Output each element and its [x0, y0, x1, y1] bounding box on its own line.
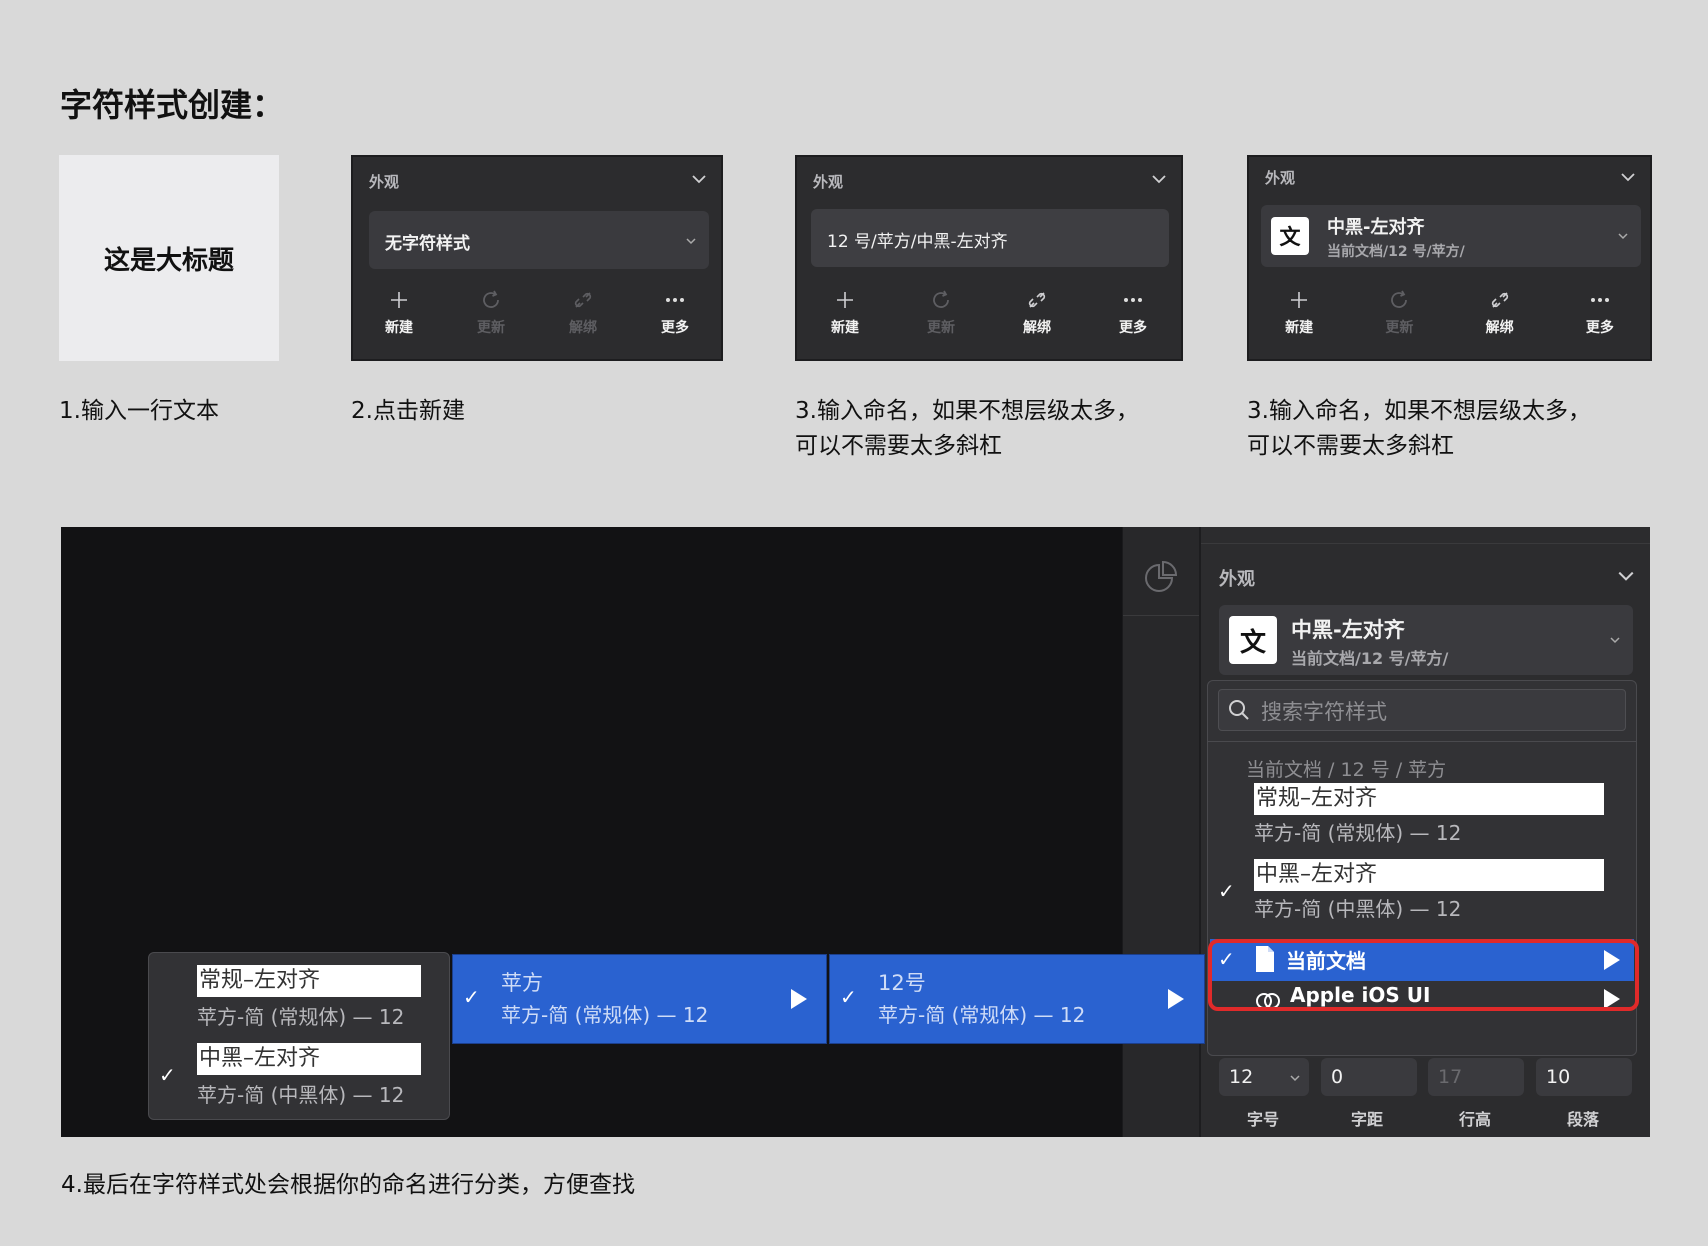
line-height-label: 行高 — [1459, 1110, 1492, 1129]
group-title: 当前文档 / 12 号 / 苹方 — [1246, 759, 1447, 781]
submenu-arrow-icon — [791, 989, 807, 1009]
step4-caption: 4.最后在字符样式处会根据你的命名进行分类，方便查找 — [61, 1172, 635, 1198]
unlink-icon — [1028, 292, 1046, 308]
appearance-header: 外观 — [1265, 169, 1296, 187]
style-menu-screenshot: 外观 文 中黑-左对齐 当前文档/12 号/苹方/ 搜索字符样式 当前文档 / … — [61, 527, 1650, 1137]
new-button[interactable]: 新建 — [359, 287, 439, 337]
style-name: 中黑-左对齐 — [1291, 618, 1405, 642]
font-size-field[interactable]: 12 — [1219, 1058, 1309, 1096]
line-height-field[interactable]: 17 — [1428, 1058, 1524, 1096]
checkmark-icon: ✓ — [463, 985, 480, 1009]
plus-icon — [391, 292, 407, 308]
collapse-chevron-icon[interactable] — [691, 171, 707, 187]
step3b-caption-line2: 可以不需要太多斜杠 — [1247, 433, 1454, 459]
pie-chart-icon[interactable] — [1143, 559, 1179, 595]
letter-spacing-label: 字距 — [1351, 1110, 1384, 1129]
checkmark-icon: ✓ — [840, 985, 857, 1009]
chevron-down-icon — [686, 238, 696, 245]
char-style-select[interactable]: 无字符样式 — [369, 211, 709, 269]
pingfang-submenu-item[interactable]: ✓ 苹方 苹方-简 (常规体) — 12 — [452, 954, 827, 1044]
collapse-chevron-icon[interactable] — [1620, 169, 1636, 185]
more-icon — [1124, 298, 1142, 302]
font-size-label: 字号 — [1247, 1110, 1280, 1129]
style-path: 当前文档/12 号/苹方/ — [1291, 649, 1449, 668]
more-button[interactable]: 更多 — [1560, 287, 1640, 337]
unlink-icon — [1491, 292, 1508, 308]
more-icon — [666, 298, 684, 302]
plus-icon — [1291, 292, 1308, 308]
chevron-down-icon — [1618, 233, 1628, 240]
paragraph-spacing-field[interactable]: 10 — [1536, 1058, 1632, 1096]
more-icon — [1590, 298, 1609, 302]
style-toolbar: 新建 更新 解绑 更多 — [353, 287, 721, 337]
detach-button[interactable]: 解绑 — [543, 287, 623, 337]
new-button[interactable]: 新建 — [1259, 287, 1339, 337]
refresh-icon — [933, 290, 949, 308]
search-placeholder: 搜索字符样式 — [1261, 700, 1387, 724]
style-toolbar: 新建 更新 解绑 更多 — [797, 287, 1181, 337]
letter-spacing-field[interactable]: 0 — [1321, 1058, 1417, 1096]
sample-text-card: 这是大标题 — [59, 155, 279, 361]
appearance-header: 外观 — [1219, 569, 1255, 590]
step3b-caption-line1: 3.输入命名，如果不想层级太多， — [1247, 398, 1591, 424]
menu-item[interactable]: 常规–左对齐 苹方-简 (常规体) — 12 — [1208, 781, 1636, 847]
char-style-value: 无字符样式 — [385, 234, 470, 254]
char-style-select[interactable]: 文 中黑-左对齐 当前文档/12 号/苹方/ — [1261, 205, 1641, 267]
page-title: 字符样式创建： — [60, 86, 285, 124]
style-path: 当前文档/12 号/苹方/ — [1327, 244, 1465, 260]
menu-item[interactable]: 常规–左对齐 苹方-简 (常规体) — 12 — [149, 961, 449, 1031]
highlight-box — [1208, 939, 1639, 1011]
step1-caption: 1.输入一行文本 — [59, 398, 219, 424]
appearance-header: 外观 — [369, 173, 400, 191]
plus-icon — [837, 292, 853, 308]
update-button[interactable]: 更新 — [451, 287, 531, 337]
detach-button[interactable]: 解绑 — [1460, 287, 1540, 337]
style-name: 中黑-左对齐 — [1327, 217, 1425, 238]
step3a-caption-line2: 可以不需要太多斜杠 — [795, 433, 1002, 459]
style-name-input[interactable]: 12 号/苹方/中黑-左对齐 — [811, 209, 1169, 267]
refresh-icon — [483, 290, 499, 308]
appearance-panel-step2: 外观 无字符样式 新建 更新 解绑 更多 — [351, 155, 723, 361]
style-submenu: 常规–左对齐 苹方-简 (常规体) — 12 ✓ 中黑–左对齐 苹方-简 (中黑… — [148, 952, 450, 1120]
paragraph-label: 段落 — [1567, 1110, 1600, 1129]
checkmark-icon: ✓ — [1218, 879, 1235, 903]
step3a-caption-line1: 3.输入命名，如果不想层级太多， — [795, 398, 1139, 424]
search-field[interactable]: 搜索字符样式 — [1218, 689, 1626, 731]
chevron-down-icon — [1610, 637, 1620, 644]
style-name-value: 12 号/苹方/中黑-左对齐 — [827, 232, 1008, 252]
step2-caption: 2.点击新建 — [351, 398, 465, 424]
collapse-chevron-icon[interactable] — [1617, 567, 1635, 585]
more-button[interactable]: 更多 — [635, 287, 715, 337]
more-button[interactable]: 更多 — [1093, 287, 1173, 337]
refresh-icon — [1391, 290, 1408, 308]
search-icon — [1229, 700, 1249, 720]
appearance-panel-step3a: 外观 12 号/苹方/中黑-左对齐 新建 更新 解绑 更多 — [795, 155, 1183, 361]
menu-item[interactable]: ✓ 中黑–左对齐 苹方-简 (中黑体) — 12 — [149, 1039, 449, 1109]
submenu-arrow-icon — [1168, 989, 1184, 1009]
appearance-header: 外观 — [813, 173, 844, 191]
size-12-submenu-item[interactable]: ✓ 12号 苹方-简 (常规体) — 12 — [829, 954, 1205, 1044]
detach-button[interactable]: 解绑 — [997, 287, 1077, 337]
char-style-select[interactable]: 文 中黑-左对齐 当前文档/12 号/苹方/ — [1219, 605, 1633, 675]
sample-text: 这是大标题 — [103, 245, 234, 276]
unlink-icon — [574, 292, 592, 308]
chevron-down-icon — [1290, 1075, 1300, 1082]
new-button[interactable]: 新建 — [805, 287, 885, 337]
update-button[interactable]: 更新 — [1359, 287, 1439, 337]
collapse-chevron-icon[interactable] — [1151, 171, 1167, 187]
text-style-icon: 文 — [1229, 616, 1277, 664]
checkmark-icon: ✓ — [159, 1063, 176, 1087]
tool-strip — [1122, 527, 1200, 1137]
menu-item[interactable]: ✓ 中黑–左对齐 苹方-简 (中黑体) — 12 — [1208, 857, 1636, 923]
text-style-icon: 文 — [1271, 217, 1309, 255]
style-toolbar: 新建 更新 解绑 更多 — [1249, 287, 1650, 337]
appearance-panel-step3b: 外观 文 中黑-左对齐 当前文档/12 号/苹方/ 新建 更新 解绑 更多 — [1247, 155, 1652, 361]
update-button[interactable]: 更新 — [901, 287, 981, 337]
